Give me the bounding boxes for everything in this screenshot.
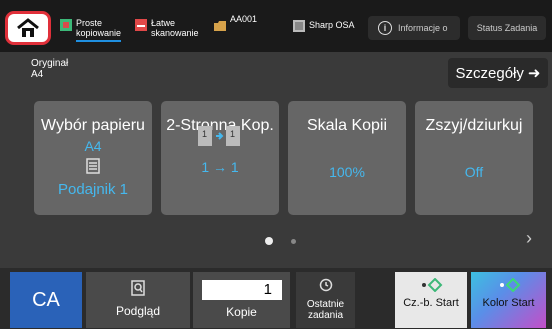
information-label: Informacje o [398,23,448,33]
details-label: Szczegóły [455,64,524,82]
bw-start-button[interactable]: Cz.-b. Start [395,272,467,328]
history-icon [296,278,355,297]
original-size: Oryginał A4 [31,58,68,80]
shortcut-aa001[interactable]: AA001 [214,14,257,32]
shortcut-easy-copy[interactable]: Proste kopiowanie [60,18,122,42]
copy-icon [60,19,72,31]
tray-icon [34,158,152,179]
info-icon: i [378,21,392,35]
copies-label: Kopie [226,305,257,319]
paper-size-value: A4 [84,138,102,154]
duplex-mode-value: 1 → 1 [201,159,239,175]
paper-tray-value: Podajnik 1 [57,181,129,198]
start-icon [395,277,467,295]
duplex-copy-tile[interactable]: 2-Stronna Kop. 1 1 1 → 1 [161,101,279,215]
shortcut-sharp-osa[interactable]: Sharp OSA [293,20,355,32]
staple-punch-value: Off [464,164,484,180]
staple-punch-tile[interactable]: Zszyj/dziurkuj Off [415,101,533,215]
job-status-button[interactable]: Status Zadania [468,16,546,40]
tile-title: Wybór papieru [41,117,145,134]
color-start-button[interactable]: Kolor Start [471,272,546,328]
chevron-right-icon[interactable]: › [526,228,532,249]
start-icon [471,277,546,295]
original-label: Oryginał [31,58,69,69]
details-button[interactable]: Szczegóły ➜ [448,58,548,88]
recent-jobs-button[interactable]: Ostatnie zadania [296,272,355,328]
copy-ratio-tile[interactable]: Skala Kopii 100% [288,101,406,215]
home-icon [17,18,39,37]
arrow-right-icon: ➜ [527,65,541,82]
home-button[interactable] [5,11,51,45]
preview-label: Podgląd [115,304,161,318]
shortcut-label: Proste kopiowanie [76,18,122,42]
folder-icon [214,21,226,31]
bw-start-label: Cz.-b. Start [403,297,459,309]
recent-jobs-label: Ostatnie zadania [306,299,345,321]
clear-all-button[interactable]: CA [10,272,82,328]
copy-ratio-value: 100% [329,164,365,180]
information-button[interactable]: i Informacje o [368,16,460,40]
preview-icon [86,280,190,301]
scan-icon [135,19,147,31]
shortcut-easy-scan[interactable]: Łatwe skanowanie [135,18,199,38]
shortcut-label: AA001 [230,14,258,24]
color-start-label: Kolor Start [482,297,535,309]
clear-all-label: CA [32,288,60,311]
original-value: A4 [31,69,44,80]
page-dot [291,238,296,244]
app-icon [293,20,305,32]
tile-title: Skala Kopii [306,117,388,134]
paper-select-tile[interactable]: Wybór papieru A4 Podajnik 1 [34,101,152,215]
copies-input[interactable]: 1 [202,280,282,300]
shortcut-label: Sharp OSA [309,20,355,30]
tile-title: Zszyj/dziurkuj [425,117,523,134]
page-dot-active [265,237,273,245]
shortcut-label: Łatwe skanowanie [151,18,199,38]
preview-button[interactable]: Podgląd [86,272,190,328]
job-status-label: Status Zadania [476,23,538,33]
page-indicator [265,237,296,245]
svg-text:1: 1 [230,129,235,139]
svg-text:1: 1 [202,129,207,139]
